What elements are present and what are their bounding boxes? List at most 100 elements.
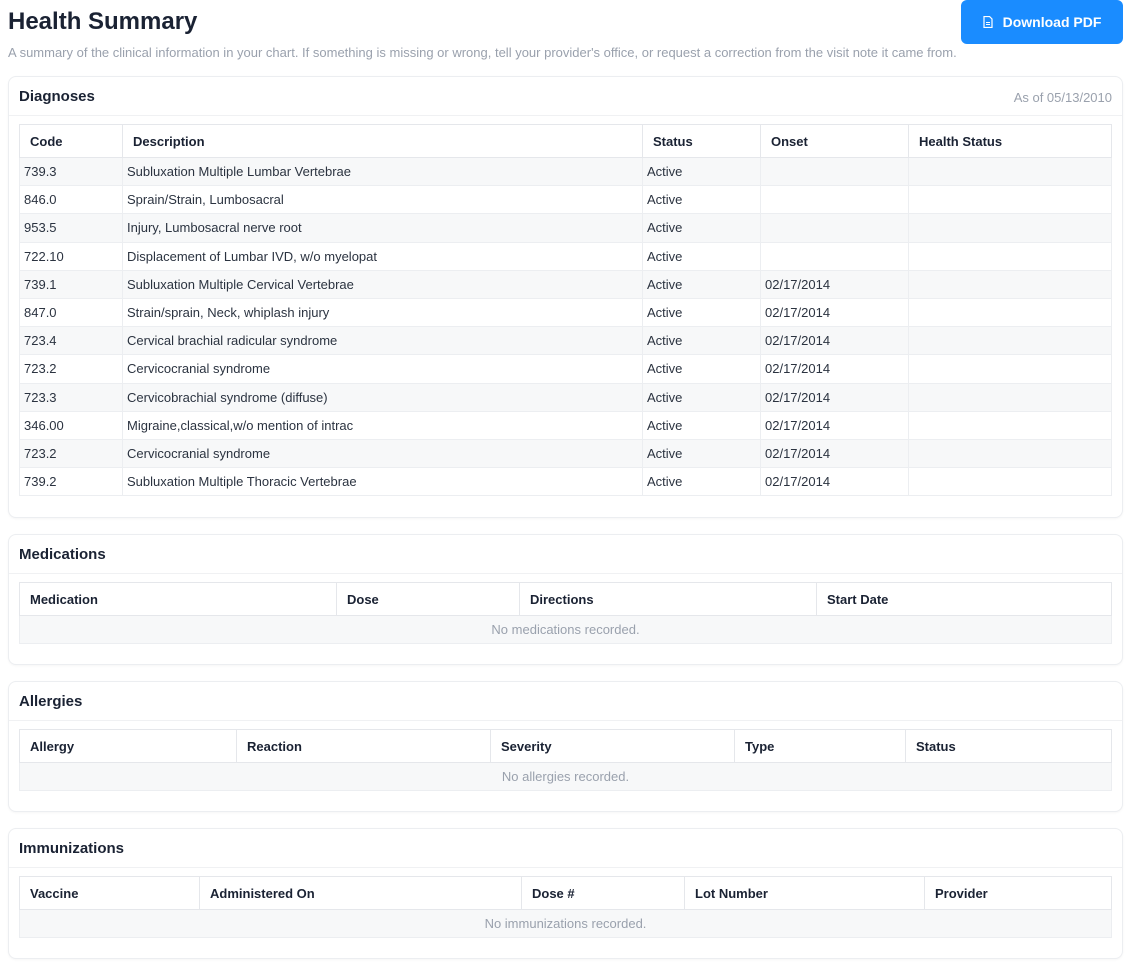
column-header[interactable]: Health Status — [908, 124, 1112, 158]
table-cell: Displacement of Lumbar IVD, w/o myelopat — [122, 241, 643, 271]
diagnoses-rows: 739.3 Subluxation Multiple Lumbar Vertebr… — [19, 156, 1112, 497]
column-header[interactable]: Lot Number — [684, 876, 925, 910]
table-cell: Active — [642, 185, 761, 215]
column-header[interactable]: Directions — [519, 582, 817, 616]
table-cell — [908, 438, 1112, 469]
table-cell: 739.1 — [19, 269, 123, 299]
table-cell: Sprain/Strain, Lumbosacral — [122, 185, 643, 215]
table-cell — [908, 241, 1112, 271]
page-title: Health Summary — [8, 8, 198, 35]
table-row: 723.4 Cervical brachial radicular syndrom… — [19, 326, 1112, 356]
allergies-title: Allergies — [19, 693, 83, 710]
table-cell: 02/17/2014 — [760, 269, 909, 299]
table-cell: 847.0 — [19, 297, 123, 328]
table-row: 723.3 Cervicobrachial syndrome (diffuse) A… — [19, 382, 1112, 412]
document-icon — [983, 16, 993, 28]
medications-title: Medications — [19, 546, 106, 563]
empty-message: No immunizations recorded. — [19, 909, 1112, 938]
table-cell: Injury, Lumbosacral nerve root — [122, 213, 643, 243]
table-cell — [908, 410, 1112, 440]
diagnoses-as-of: As of 05/13/2010 — [1013, 90, 1112, 105]
table-cell: Active — [642, 438, 761, 469]
table-cell: 02/17/2014 — [760, 326, 909, 356]
table-cell: 846.0 — [19, 185, 123, 215]
immunizations-body: Vaccine Administered On Dose # Lot Numbe… — [9, 868, 1122, 958]
table-cell: 723.2 — [19, 354, 123, 384]
table-cell: Active — [642, 354, 761, 384]
column-header[interactable]: Vaccine — [19, 876, 200, 910]
table-cell: Cervicocranial syndrome — [122, 354, 643, 384]
table-cell: 739.2 — [19, 467, 123, 497]
medications-body: Medication Dose Directions Start Date No… — [9, 574, 1122, 664]
column-header[interactable]: Provider — [924, 876, 1112, 910]
table-cell: Active — [642, 467, 761, 497]
medications-table: Medication Dose Directions Start Date No… — [19, 582, 1112, 644]
table-cell: 02/17/2014 — [760, 410, 909, 440]
table-cell: Active — [642, 326, 761, 356]
column-header[interactable]: Type — [734, 729, 906, 763]
immunizations-card: Immunizations Vaccine Administered On Do… — [8, 828, 1123, 959]
table-cell — [908, 297, 1112, 328]
table-cell — [908, 326, 1112, 356]
page-subtitle: A summary of the clinical information in… — [8, 45, 957, 60]
table-cell: 722.10 — [19, 241, 123, 271]
column-header[interactable]: Start Date — [816, 582, 1112, 616]
column-header[interactable]: Status — [642, 124, 761, 158]
table-cell: Migraine,classical,w/o mention of intrac — [122, 410, 643, 440]
allergies-body: Allergy Reaction Severity Type Status No… — [9, 721, 1122, 811]
table-cell — [908, 382, 1112, 412]
table-cell — [760, 213, 909, 243]
diagnoses-card: Diagnoses As of 05/13/2010 Code Descript… — [8, 76, 1123, 518]
diagnoses-header: Diagnoses As of 05/13/2010 — [9, 77, 1122, 116]
empty-message: No medications recorded. — [19, 615, 1112, 644]
table-cell: Active — [642, 297, 761, 328]
table-cell: 02/17/2014 — [760, 354, 909, 384]
table-row: 739.3 Subluxation Multiple Lumbar Vertebr… — [19, 156, 1112, 187]
diagnoses-title: Diagnoses — [19, 88, 95, 105]
diagnoses-body: Code Description Status Onset Health Sta… — [9, 116, 1122, 516]
allergies-header: Allergies — [9, 682, 1122, 721]
column-header[interactable]: Dose # — [521, 876, 685, 910]
table-cell — [908, 156, 1112, 187]
column-header[interactable]: Severity — [490, 729, 735, 763]
table-cell — [760, 241, 909, 271]
column-header[interactable]: Dose — [336, 582, 520, 616]
table-row: 346.00 Migraine,classical,w/o mention of … — [19, 410, 1112, 440]
table-cell: Cervical brachial radicular syndrome — [122, 326, 643, 356]
table-row: 722.10 Displacement of Lumbar IVD, w/o my… — [19, 241, 1112, 271]
table-cell: 953.5 — [19, 213, 123, 243]
empty-row: No medications recorded. — [19, 615, 1112, 644]
table-cell: Cervicobrachial syndrome (diffuse) — [122, 382, 643, 412]
empty-row: No allergies recorded. — [19, 762, 1112, 791]
table-cell: Subluxation Multiple Cervical Vertebrae — [122, 269, 643, 299]
medications-card: Medications Medication Dose Directions S… — [8, 534, 1123, 665]
diagnoses-header-row: Code Description Status Onset Health Sta… — [19, 124, 1112, 158]
table-row: 953.5 Injury, Lumbosacral nerve root Activ… — [19, 213, 1112, 243]
table-cell — [908, 185, 1112, 215]
table-cell: Active — [642, 382, 761, 412]
allergies-card: Allergies Allergy Reaction Severity Type… — [8, 681, 1123, 812]
table-cell — [908, 213, 1112, 243]
column-header[interactable]: Description — [122, 124, 643, 158]
immunizations-table: Vaccine Administered On Dose # Lot Numbe… — [19, 876, 1112, 938]
download-pdf-button[interactable]: Download PDF — [961, 0, 1123, 44]
table-cell: Active — [642, 156, 761, 187]
column-header[interactable]: Administered On — [199, 876, 522, 910]
table-cell: 02/17/2014 — [760, 382, 909, 412]
immunizations-header: Immunizations — [9, 829, 1122, 868]
column-header[interactable]: Status — [905, 729, 1112, 763]
table-cell: 723.2 — [19, 438, 123, 469]
column-header[interactable]: Allergy — [19, 729, 237, 763]
table-cell — [908, 269, 1112, 299]
table-cell — [908, 354, 1112, 384]
table-cell: 739.3 — [19, 156, 123, 187]
medications-header: Medications — [9, 535, 1122, 574]
table-cell — [760, 185, 909, 215]
column-header[interactable]: Onset — [760, 124, 909, 158]
table-cell: 723.4 — [19, 326, 123, 356]
column-header[interactable]: Code — [19, 124, 123, 158]
table-cell: Subluxation Multiple Thoracic Vertebrae — [122, 467, 643, 497]
column-header[interactable]: Medication — [19, 582, 337, 616]
immunizations-title: Immunizations — [19, 840, 125, 857]
column-header[interactable]: Reaction — [236, 729, 491, 763]
